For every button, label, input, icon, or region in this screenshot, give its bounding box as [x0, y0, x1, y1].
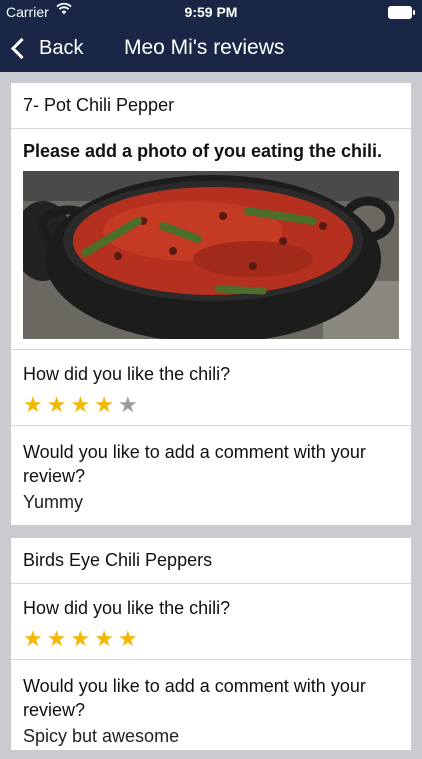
star-filled-icon[interactable]: ★	[94, 394, 114, 416]
photo-prompt: Please add a photo of you eating the chi…	[23, 141, 383, 161]
rating-question: How did you like the chili?	[23, 364, 231, 384]
star-rating[interactable]: ★ ★ ★ ★ ★	[23, 394, 142, 416]
star-filled-icon[interactable]: ★	[47, 394, 67, 416]
comment-text: Spicy but awesome	[23, 726, 180, 746]
star-filled-icon[interactable]: ★	[94, 628, 114, 650]
rating-row: How did you like the chili? ★ ★ ★ ★ ★	[11, 584, 411, 660]
photo-row[interactable]: Please add a photo of you eating the chi…	[11, 129, 411, 350]
review-card: Birds Eye Chili Peppers How did you like…	[11, 538, 411, 750]
star-filled-icon[interactable]: ★	[23, 628, 43, 650]
chevron-left-icon	[10, 37, 33, 59]
star-empty-icon[interactable]: ★	[118, 394, 138, 416]
comment-row[interactable]: Would you like to add a comment with you…	[11, 660, 411, 759]
chili-photo[interactable]	[23, 171, 399, 339]
status-bar: Carrier 9:59 PM	[0, 0, 422, 24]
page-title: Meo Mi's reviews	[124, 36, 285, 59]
review-title-row: 7- Pot Chili Pepper	[11, 83, 411, 129]
navigation-bar: Back Meo Mi's reviews	[0, 24, 422, 72]
star-filled-icon[interactable]: ★	[70, 628, 90, 650]
status-time: 9:59 PM	[184, 4, 238, 20]
comment-question: Would you like to add a comment with you…	[23, 676, 366, 720]
review-card: 7- Pot Chili Pepper Please add a photo o…	[11, 83, 411, 525]
back-button[interactable]: Back	[8, 34, 83, 62]
comment-question: Would you like to add a comment with you…	[23, 442, 366, 486]
comment-row[interactable]: Would you like to add a comment with you…	[11, 426, 411, 525]
chili-name: 7- Pot Chili Pepper	[23, 95, 175, 115]
star-filled-icon[interactable]: ★	[70, 394, 90, 416]
rating-question: How did you like the chili?	[23, 598, 231, 618]
chili-name: Birds Eye Chili Peppers	[23, 550, 213, 570]
chili-pot-image	[23, 171, 399, 339]
reviews-list[interactable]: 7- Pot Chili Pepper Please add a photo o…	[0, 72, 422, 750]
star-rating[interactable]: ★ ★ ★ ★ ★	[23, 628, 142, 650]
star-filled-icon[interactable]: ★	[47, 628, 67, 650]
star-filled-icon[interactable]: ★	[118, 628, 138, 650]
star-filled-icon[interactable]: ★	[23, 394, 43, 416]
back-label: Back	[39, 36, 84, 59]
rating-row: How did you like the chili? ★ ★ ★ ★ ★	[11, 350, 411, 426]
review-title-row: Birds Eye Chili Peppers	[11, 538, 411, 584]
battery-icon	[388, 6, 415, 19]
comment-text: Yummy	[23, 492, 84, 512]
